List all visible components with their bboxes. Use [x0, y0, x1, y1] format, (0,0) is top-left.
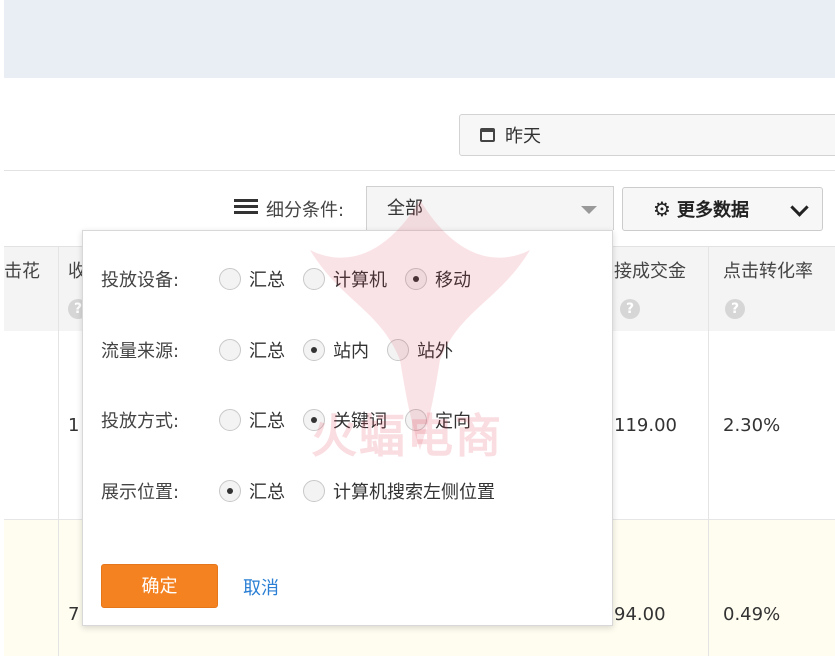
radio-button[interactable] — [303, 480, 325, 502]
column-header[interactable]: 接成交金 — [614, 257, 686, 283]
radio-option[interactable]: 站外 — [387, 337, 453, 363]
date-label: 昨天 — [505, 126, 541, 147]
radio-button[interactable] — [219, 480, 241, 502]
gear-icon: ⚙ — [653, 197, 671, 221]
table-cell: 1 — [68, 415, 80, 436]
list-icon — [234, 199, 258, 215]
column-header[interactable]: 击花 — [4, 257, 40, 283]
radio-option[interactable]: 关键词 — [303, 407, 387, 433]
radio-button[interactable] — [387, 339, 409, 361]
radio-button[interactable] — [405, 268, 427, 290]
help-icon[interactable]: ? — [620, 299, 640, 319]
radio-button[interactable] — [219, 268, 241, 290]
radio-button[interactable] — [405, 409, 427, 431]
radio-group-position: 展示位置: 汇总 计算机搜索左侧位置 — [101, 476, 513, 506]
radio-button[interactable] — [303, 339, 325, 361]
filter-value: 全部 — [387, 198, 423, 219]
radio-option[interactable]: 汇总 — [219, 478, 285, 504]
radio-label: 定向 — [435, 411, 471, 432]
confirm-button[interactable]: 确定 — [101, 564, 218, 608]
radio-label: 汇总 — [249, 270, 285, 291]
column-divider — [708, 246, 709, 656]
radio-label: 站外 — [417, 341, 453, 362]
filter-label: 细分条件: — [266, 200, 345, 221]
radio-option[interactable]: 汇总 — [219, 407, 285, 433]
radio-option[interactable]: 站内 — [303, 337, 369, 363]
radio-label: 计算机 — [333, 270, 387, 291]
help-icon[interactable]: ? — [725, 299, 745, 319]
radio-label: 汇总 — [249, 341, 285, 362]
group-label: 流量来源: — [101, 341, 180, 362]
calendar-icon — [480, 128, 495, 142]
group-label: 展示位置: — [101, 482, 180, 503]
radio-option[interactable]: 计算机 — [303, 266, 387, 292]
date-picker[interactable]: 昨天 — [459, 114, 835, 156]
radio-button[interactable] — [303, 268, 325, 290]
more-data-label: 更多数据 — [676, 200, 749, 221]
table-cell: 119.00 — [614, 415, 677, 436]
chevron-down-icon — [790, 198, 809, 217]
radio-button[interactable] — [303, 409, 325, 431]
top-banner — [4, 0, 835, 78]
radio-label: 汇总 — [249, 482, 285, 503]
radio-group-method: 投放方式: 汇总 关键词 定向 — [101, 405, 489, 435]
more-data-dropdown-button[interactable] — [779, 187, 823, 231]
group-label: 投放方式: — [101, 411, 180, 432]
divider — [4, 170, 835, 171]
group-label: 投放设备: — [101, 270, 180, 291]
caret-down-icon — [581, 206, 597, 214]
table-cell: 94.00 — [614, 604, 666, 625]
radio-option[interactable]: 定向 — [405, 407, 471, 433]
more-data-button[interactable]: ⚙ 更多数据 — [622, 187, 780, 231]
column-divider — [58, 246, 59, 656]
filter-popup: 投放设备: 汇总 计算机 移动 流量来源: 汇总 站内 站外 投放方式: 汇总 … — [82, 230, 613, 626]
filter-select[interactable]: 全部 — [366, 186, 614, 230]
radio-button[interactable] — [219, 339, 241, 361]
radio-group-source: 流量来源: 汇总 站内 站外 — [101, 335, 471, 365]
radio-label: 计算机搜索左侧位置 — [333, 482, 495, 503]
radio-label: 汇总 — [249, 411, 285, 432]
radio-label: 移动 — [435, 270, 471, 291]
table-cell: 2.30% — [723, 415, 781, 436]
radio-option[interactable]: 计算机搜索左侧位置 — [303, 478, 495, 504]
radio-option[interactable]: 汇总 — [219, 337, 285, 363]
radio-option[interactable]: 移动 — [405, 266, 471, 292]
cancel-link[interactable]: 取消 — [243, 574, 279, 600]
column-header[interactable]: 点击转化率 — [723, 257, 813, 283]
radio-button[interactable] — [219, 409, 241, 431]
table-cell: 7 — [68, 604, 80, 625]
table-cell: 0.49% — [723, 604, 781, 625]
radio-option[interactable]: 汇总 — [219, 266, 285, 292]
radio-label: 关键词 — [333, 411, 387, 432]
radio-label: 站内 — [333, 341, 369, 362]
radio-group-device: 投放设备: 汇总 计算机 移动 — [101, 264, 489, 294]
